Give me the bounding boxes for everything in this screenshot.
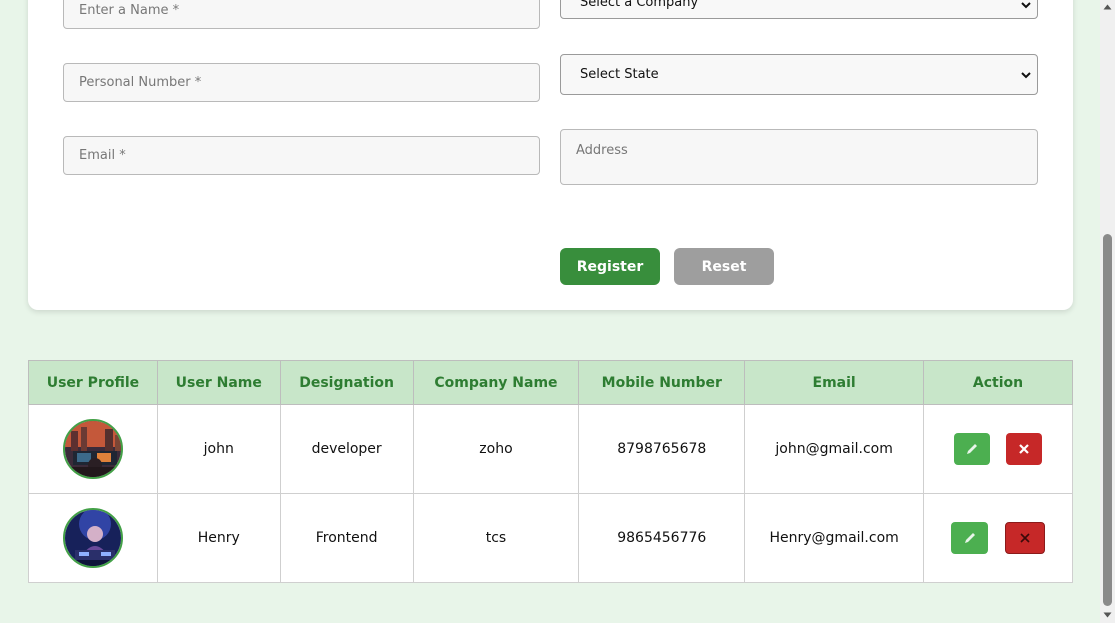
action-cell [923, 493, 1073, 583]
reset-button[interactable]: Reset [674, 248, 774, 285]
header-designation: Designation [279, 360, 414, 405]
action-cell [923, 404, 1073, 494]
scroll-down-arrow-icon[interactable] [1103, 612, 1112, 618]
header-action: Action [923, 360, 1073, 405]
header-email: Email [744, 360, 925, 405]
state-select-value: Select State [580, 67, 659, 82]
delete-button[interactable] [1006, 433, 1043, 465]
edit-button[interactable] [951, 522, 989, 554]
users-table: User Profile User Name Designation Compa… [28, 360, 1073, 583]
email-cell: Henry@gmail.com [744, 493, 925, 583]
chevron-down-icon [1021, 2, 1031, 9]
address-textarea[interactable]: Address [560, 129, 1038, 185]
user-avatar-city-night-icon [64, 421, 121, 477]
register-button[interactable]: Register [560, 248, 660, 285]
mobile-cell: 9865456776 [578, 493, 746, 583]
table-row: john developer zoho 8798765678 john@gmai… [28, 404, 1073, 494]
pencil-icon [967, 444, 978, 454]
company-cell: tcs [412, 493, 580, 583]
personal-number-placeholder: Personal Number * [79, 75, 202, 90]
scrollbar-thumb[interactable] [1103, 234, 1112, 606]
email-cell: john@gmail.com [744, 404, 925, 494]
table-row: Henry Frontend tcs 9865456776 Henry@gmai… [28, 493, 1073, 583]
name-input-placeholder: Enter a Name * [79, 2, 180, 18]
avatar [62, 508, 123, 568]
name-input[interactable]: Enter a Name * [63, 0, 540, 29]
designation-cell: Frontend [279, 493, 414, 583]
header-mobile-number: Mobile Number [578, 360, 746, 405]
designation-cell: developer [279, 404, 414, 494]
state-select[interactable]: Select State [560, 54, 1038, 95]
pencil-icon [964, 533, 975, 543]
company-select-value: Select a Company [580, 0, 699, 10]
personal-number-input[interactable]: Personal Number * [63, 63, 540, 102]
avatar [62, 419, 123, 479]
registration-form-card: Enter a Name * Select a Company Personal… [28, 0, 1073, 310]
close-icon [1020, 533, 1030, 543]
email-input-placeholder: Email * [79, 148, 126, 163]
close-icon [1019, 444, 1029, 454]
email-input[interactable]: Email * [63, 136, 540, 175]
chevron-down-icon [1021, 71, 1031, 78]
address-placeholder: Address [576, 143, 628, 158]
scroll-up-arrow-icon[interactable] [1103, 4, 1112, 10]
table-header-row: User Profile User Name Designation Compa… [28, 360, 1073, 405]
user-name-cell: Henry [156, 493, 281, 583]
page-scrollbar[interactable] [1100, 0, 1115, 623]
user-name-cell: john [156, 404, 281, 494]
company-select[interactable]: Select a Company [560, 0, 1038, 19]
header-user-name: User Name [156, 360, 281, 405]
mobile-cell: 8798765678 [578, 404, 746, 494]
header-user-profile: User Profile [28, 360, 158, 405]
header-company-name: Company Name [412, 360, 580, 405]
company-cell: zoho [412, 404, 580, 494]
edit-button[interactable] [954, 433, 991, 465]
user-profile-cell [28, 404, 158, 494]
delete-button[interactable] [1005, 522, 1046, 554]
user-avatar-dj-blue-icon [64, 510, 121, 566]
user-profile-cell [28, 493, 158, 583]
